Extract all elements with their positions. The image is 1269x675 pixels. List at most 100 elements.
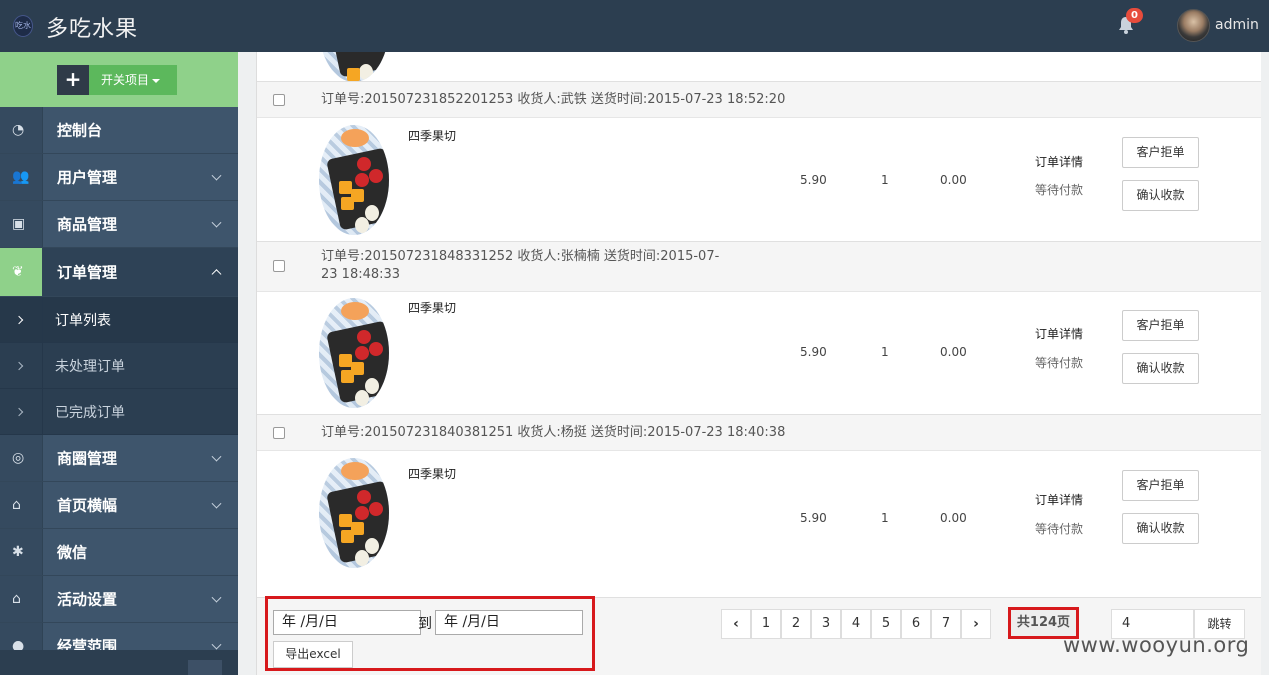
price: 5.90: [800, 511, 827, 525]
order-row: 四季果切 5.90 1 0.00 订单详情 等待付款 客户拒单 确认收款: [257, 118, 1261, 241]
target-icon: ◎: [12, 450, 25, 466]
sidebar-item-label: 订单管理: [57, 263, 118, 282]
order-list-panel: 订单号:201507231852201253 收货人:武铁 送货时间:2015-…: [256, 52, 1261, 675]
dashboard-icon: ◔: [12, 122, 25, 138]
sidebar-item-label: 用户管理: [57, 168, 118, 187]
top-bar: 吃水 多吃水果 0 admin: [0, 0, 1269, 52]
order-row: 四季果切 5.90 1 0.00 订单详情 等待付款 客户拒单 确认收款: [257, 292, 1261, 414]
chevron-right-icon: [14, 315, 24, 324]
page-button[interactable]: 3: [811, 609, 841, 639]
sidebar: + 开关项目 ◔ 控制台 👥 用户管理 ▣ 商品管理 ❦ 订单管理 订单列表 未…: [0, 52, 238, 675]
reject-order-button[interactable]: 客户拒单: [1122, 137, 1199, 168]
price: 5.90: [800, 345, 827, 359]
product-name: 四季果切: [408, 129, 457, 143]
page-button[interactable]: 1: [751, 609, 781, 639]
leaf-icon: ❦: [12, 264, 24, 280]
sidebar-item-products[interactable]: ▣ 商品管理: [0, 201, 238, 248]
sidebar-item-dashboard[interactable]: ◔ 控制台: [0, 107, 238, 154]
date-filter-highlight: 年 /月/日 到 年 /月/日 导出excel: [265, 596, 595, 671]
product-image: [319, 52, 389, 81]
order-detail-link[interactable]: 订单详情: [1035, 491, 1083, 508]
chevron-down-icon: [211, 592, 222, 603]
confirm-payment-button[interactable]: 确认收款: [1122, 353, 1199, 384]
quantity: 1: [881, 511, 889, 525]
sidebar-item-label: 商圈管理: [57, 449, 118, 468]
confirm-payment-button[interactable]: 确认收款: [1122, 180, 1199, 211]
sidebar-item-wechat[interactable]: ✱ 微信: [0, 529, 238, 576]
prev-page-button[interactable]: ‹: [721, 609, 751, 639]
sidebar-footer: [0, 650, 238, 675]
export-excel-button[interactable]: 导出excel: [273, 641, 353, 668]
quantity: 1: [881, 173, 889, 187]
date-range-separator: 到: [418, 616, 432, 632]
order-status: 等待付款: [1035, 183, 1084, 197]
discount: 0.00: [940, 511, 967, 525]
sidebar-item-banner[interactable]: ⌂ 首页横幅: [0, 482, 238, 529]
quantity: 1: [881, 345, 889, 359]
next-page-button[interactable]: ›: [961, 609, 991, 639]
page-button[interactable]: 6: [901, 609, 931, 639]
sidebar-item-business-district[interactable]: ◎ 商圈管理: [0, 435, 238, 482]
order-detail-link[interactable]: 订单详情: [1035, 153, 1083, 170]
add-button[interactable]: +: [57, 65, 89, 95]
sidebar-subitem-label: 未处理订单: [55, 358, 125, 375]
date-to-input[interactable]: 年 /月/日: [435, 610, 583, 635]
sidebar-item-label: 微信: [57, 543, 88, 562]
product-name: 四季果切: [408, 467, 457, 481]
reject-order-button[interactable]: 客户拒单: [1122, 470, 1199, 501]
sidebar-item-activity-settings[interactable]: ⌂ 活动设置: [0, 576, 238, 623]
order-meta: 订单号:201507231852201253 收货人:武铁 送货时间:2015-…: [321, 92, 786, 107]
order-checkbox[interactable]: [273, 260, 285, 272]
chevron-down-icon: [211, 170, 222, 181]
product-image: [319, 298, 389, 408]
toggle-project-button[interactable]: 开关项目: [89, 65, 177, 95]
main-content: 订单号:201507231852201253 收货人:武铁 送货时间:2015-…: [238, 52, 1269, 675]
order-meta: 订单号:201507231840381251 收货人:杨挺 送货时间:2015-…: [321, 425, 786, 440]
chevron-right-icon: [14, 407, 24, 416]
sidebar-subitem-label: 已完成订单: [55, 404, 125, 421]
sidebar-item-label: 商品管理: [57, 215, 118, 234]
sidebar-item-business-scope[interactable]: ● 经营范围: [0, 623, 238, 651]
previous-order-tail: [257, 52, 1261, 81]
order-checkbox[interactable]: [273, 427, 285, 439]
page-button[interactable]: 7: [931, 609, 961, 639]
sidebar-item-label: 活动设置: [57, 590, 118, 609]
user-name[interactable]: admin: [1215, 17, 1259, 33]
sidebar-collapse-button[interactable]: [188, 660, 222, 675]
chevron-down-icon: [211, 639, 222, 650]
sidebar-item-label: 首页横幅: [57, 496, 118, 515]
discount: 0.00: [940, 173, 967, 187]
chevron-down-icon: [211, 451, 222, 462]
order-meta: 订单号:201507231848331252 收货人:张楠楠 送货时间:2015…: [321, 249, 720, 282]
discount: 0.00: [940, 345, 967, 359]
sidebar-toolbar: + 开关项目: [0, 52, 238, 107]
product-name: 四季果切: [408, 301, 457, 315]
asterisk-icon: ✱: [12, 544, 24, 560]
sidebar-subitem-label: 订单列表: [55, 312, 111, 329]
chevron-right-icon: [14, 361, 24, 370]
confirm-payment-button[interactable]: 确认收款: [1122, 513, 1199, 544]
reject-order-button[interactable]: 客户拒单: [1122, 310, 1199, 341]
order-header: 订单号:201507231840381251 收货人:杨挺 送货时间:2015-…: [257, 414, 1261, 451]
sidebar-subitem-pending-orders[interactable]: 未处理订单: [0, 343, 238, 389]
page-button[interactable]: 2: [781, 609, 811, 639]
sidebar-item-orders[interactable]: ❦ 订单管理: [0, 248, 238, 297]
order-detail-link[interactable]: 订单详情: [1035, 325, 1083, 342]
date-from-input[interactable]: 年 /月/日: [273, 610, 421, 635]
caret-down-icon: [152, 78, 161, 83]
sidebar-subitem-completed-orders[interactable]: 已完成订单: [0, 389, 238, 435]
chevron-down-icon: [211, 217, 222, 228]
avatar[interactable]: [1177, 9, 1210, 42]
sidebar-item-users[interactable]: 👥 用户管理: [0, 154, 238, 201]
chevron-up-icon: [211, 269, 222, 280]
page-button[interactable]: 5: [871, 609, 901, 639]
users-icon: 👥: [12, 169, 30, 185]
sidebar-subitem-order-list[interactable]: 订单列表: [0, 297, 238, 343]
app-title: 多吃水果: [46, 17, 139, 42]
sidebar-item-label: 控制台: [57, 121, 103, 140]
order-status: 等待付款: [1035, 356, 1084, 370]
order-checkbox[interactable]: [273, 94, 285, 106]
order-header: 订单号:201507231852201253 收货人:武铁 送货时间:2015-…: [257, 81, 1261, 118]
page-button[interactable]: 4: [841, 609, 871, 639]
home-icon: ⌂: [12, 497, 21, 513]
